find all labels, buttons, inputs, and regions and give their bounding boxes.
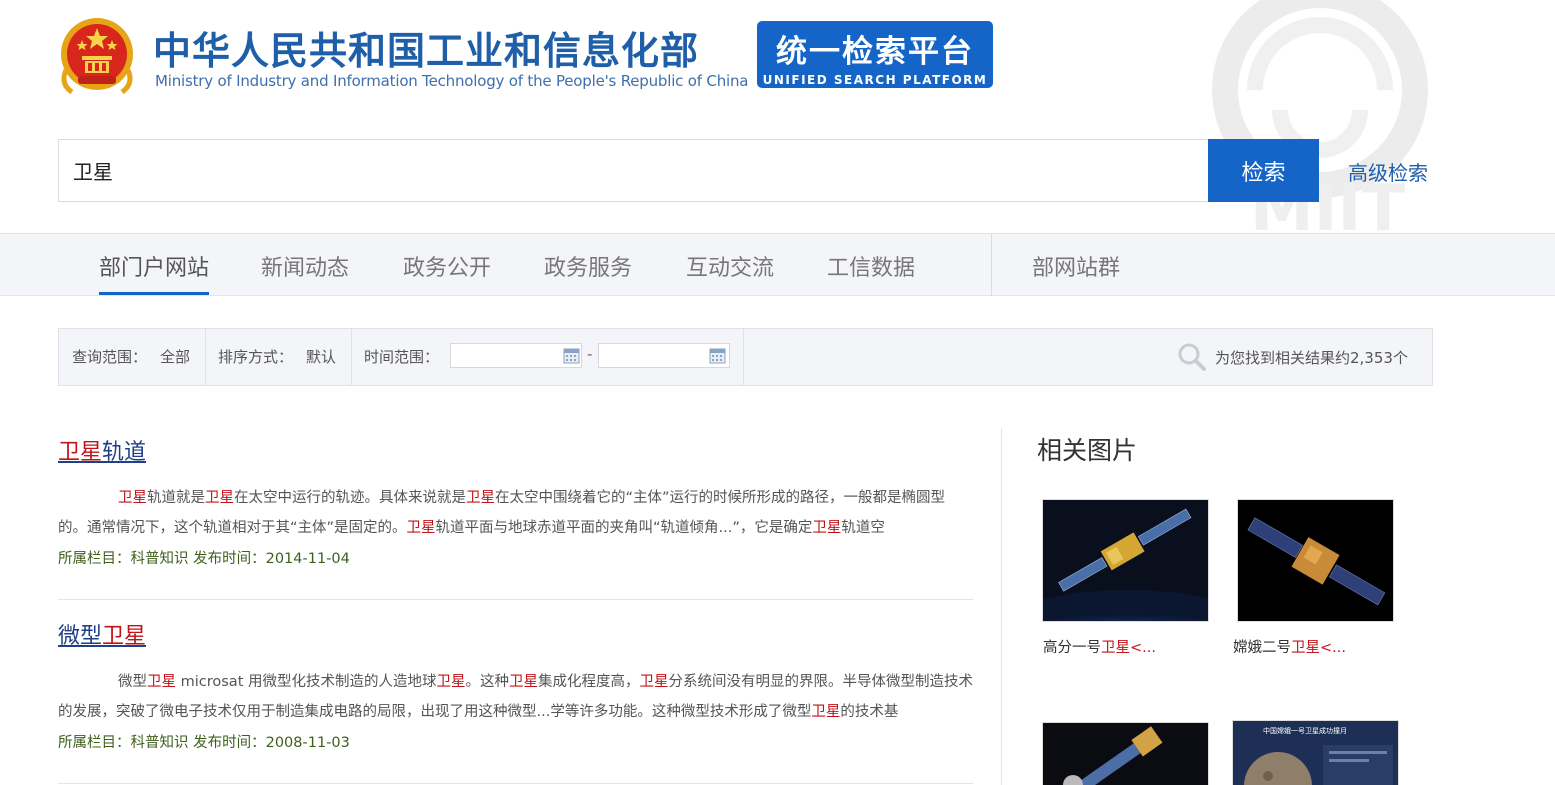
sort-value[interactable]: 默认 [306, 346, 336, 367]
related-image-caption[interactable]: 嫦娥二号卫星<... [1233, 636, 1346, 657]
search-result: 微型卫星 微型卫星 microsat 用微型化技术制造的人造地球卫星。这种卫星集… [58, 618, 973, 752]
related-images-heading: 相关图片 [1037, 436, 1138, 465]
search-button[interactable]: 检索 [1208, 139, 1319, 202]
site-subtitle: Ministry of Industry and Information Tec… [155, 72, 749, 90]
highlighted-term: 卫星 [811, 704, 841, 720]
highlighted-term: 卫星 [205, 490, 234, 506]
tab-news[interactable]: 新闻动态 [261, 250, 349, 282]
date-separator: - [587, 345, 593, 363]
result-divider [58, 783, 973, 784]
result-divider [58, 599, 973, 600]
site-title: 中华人民共和国工业和信息化部 [153, 29, 700, 73]
highlighted-term: 卫星 [406, 520, 436, 536]
result-meta: 所属栏目：科普知识 发布时间：2008-11-03 [58, 735, 350, 751]
related-image-gaofen1[interactable] [1042, 499, 1209, 622]
results-count: 为您找到相关结果约2,353个 [1215, 349, 1408, 367]
highlighted-term: 卫星 [466, 490, 495, 506]
platform-badge: 统一检索平台 UNIFIED SEARCH PLATFORM [757, 21, 993, 88]
snippet-text: 的技术基 [840, 704, 899, 720]
search-results-icon [1178, 343, 1206, 371]
related-image-change2[interactable] [1237, 499, 1394, 622]
highlighted-term: 卫星 [812, 520, 842, 536]
calendar-icon[interactable] [563, 347, 580, 364]
related-image-caption[interactable]: 高分一号卫星<... [1043, 636, 1156, 657]
active-tab-indicator [99, 292, 209, 295]
snippet-text: microsat 用微型化技术制造的人造地球 [176, 674, 437, 690]
highlighted-term: 卫星 [147, 674, 176, 690]
filter-bar: 查询范围： 全部 排序方式： 默认 时间范围： - 为您找到相关结果约2,353… [58, 328, 1433, 386]
tab-interaction[interactable]: 互动交流 [686, 250, 774, 282]
tab-gov-services[interactable]: 政务服务 [544, 250, 632, 282]
result-meta: 所属栏目：科普知识 发布时间：2014-11-04 [58, 551, 350, 567]
calendar-icon[interactable] [709, 347, 726, 364]
advanced-search-link[interactable]: 高级检索 [1348, 157, 1428, 186]
nav-divider [991, 234, 992, 296]
snippet-text: 在太空中运行的轨迹。具体来说就是 [234, 490, 466, 506]
snippet-text: 。这种 [465, 674, 509, 690]
national-emblem-icon [61, 18, 133, 95]
sort-label: 排序方式： [218, 348, 294, 366]
platform-subtitle: UNIFIED SEARCH PLATFORM [762, 73, 988, 87]
tab-portal[interactable]: 部门户网站 [99, 250, 209, 282]
snippet-text: 轨道空 [841, 520, 885, 536]
tab-data[interactable]: 工信数据 [827, 250, 915, 282]
snippet-text: 集成化程度高， [537, 674, 640, 690]
filter-divider [351, 329, 352, 385]
platform-title: 统一检索平台 [776, 34, 974, 70]
snippet-text: 轨道平面与地球赤道平面的夹角叫“轨道倾角...”，它是确定 [435, 520, 813, 536]
highlighted-term: 卫星 [639, 674, 669, 690]
column-divider [1001, 428, 1002, 785]
result-title[interactable]: 微型卫星 [58, 618, 146, 650]
highlighted-term: 卫星 [118, 490, 147, 506]
related-image-satellite-3[interactable] [1042, 722, 1209, 785]
highlighted-term: 卫星 [508, 674, 538, 690]
scope-label: 查询范围： [72, 348, 148, 366]
highlighted-term: 卫星 [436, 674, 466, 690]
snippet-text: 轨道就是 [147, 490, 205, 506]
snippet-text: 微型 [118, 674, 147, 690]
result-title[interactable]: 卫星轨道 [58, 434, 146, 466]
scope-value[interactable]: 全部 [160, 346, 190, 367]
filter-divider [743, 329, 744, 385]
thumb-text: 中国嫦娥一号卫星成功撞月 [1263, 726, 1347, 735]
site-header: 中华人民共和国工业和信息化部 Ministry of Industry and … [0, 0, 1555, 110]
time-range-label: 时间范围： [364, 348, 440, 366]
search-box [58, 139, 1208, 202]
result-snippet: 微型卫星 microsat 用微型化技术制造的人造地球卫星。这种卫星集成化程度高… [58, 667, 973, 727]
tab-site-group[interactable]: 部网站群 [1032, 250, 1120, 282]
related-image-change1-moon[interactable]: 中国嫦娥一号卫星成功撞月 [1232, 720, 1399, 785]
search-input[interactable] [59, 140, 1208, 201]
filter-divider [205, 329, 206, 385]
category-nav: 部门户网站 新闻动态 政务公开 政务服务 互动交流 工信数据 部网站群 [0, 233, 1555, 296]
result-snippet: 卫星轨道就是卫星在太空中运行的轨迹。具体来说就是卫星在太空中围绕着它的“主体”运… [58, 483, 973, 543]
tab-gov-affairs[interactable]: 政务公开 [403, 250, 491, 282]
search-result: 卫星轨道 卫星轨道就是卫星在太空中运行的轨迹。具体来说就是卫星在太空中围绕着它的… [58, 434, 973, 568]
